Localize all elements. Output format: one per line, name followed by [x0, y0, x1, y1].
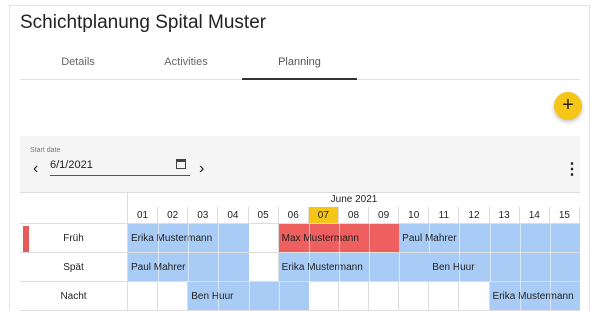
shift-cell[interactable] — [459, 282, 490, 311]
day-divider — [218, 224, 220, 253]
shift-grid: June 2021 01 02 03 04 05 06 07 08 09 10 11 12 13 14 15… — [20, 192, 580, 311]
tab-details[interactable]: Details — [20, 44, 136, 80]
day-divider — [429, 224, 431, 253]
month-header: June 2021 — [128, 192, 580, 206]
shift-assignment[interactable]: Ben Huur — [429, 253, 580, 282]
day-divider — [218, 253, 220, 282]
day-divider — [459, 224, 461, 253]
day-header: 04 — [218, 207, 249, 224]
shift-cell[interactable] — [429, 282, 460, 311]
day-header: 08 — [338, 207, 370, 224]
shift-cell[interactable] — [128, 282, 159, 311]
day-divider — [338, 253, 340, 282]
more-options-icon[interactable]: ⋮ — [564, 162, 580, 178]
day-divider — [369, 253, 371, 282]
next-period-button[interactable]: › — [199, 160, 204, 178]
shift-row-label: Nacht — [20, 282, 128, 311]
tab-bar: Details Activities Planning — [20, 44, 580, 80]
day-divider — [489, 224, 491, 253]
day-divider — [489, 253, 491, 282]
day-divider — [278, 282, 280, 311]
day-divider — [519, 253, 521, 282]
add-button[interactable]: + — [554, 92, 582, 120]
shift-assignment[interactable]: Erika Mustermann — [278, 253, 430, 282]
page-title: Schichtplanung Spital Muster — [20, 12, 267, 33]
day-header: 02 — [158, 207, 189, 224]
day-divider — [338, 224, 340, 253]
day-header: 15 — [549, 207, 580, 224]
day-header: 13 — [489, 207, 520, 224]
day-divider — [248, 282, 250, 311]
day-header: 09 — [369, 207, 400, 224]
row-status-marker — [23, 226, 29, 252]
previous-period-button[interactable]: ‹ — [33, 160, 38, 178]
day-header: 10 — [399, 207, 430, 224]
day-divider — [158, 253, 160, 282]
day-divider — [308, 253, 310, 282]
day-header: 06 — [278, 207, 309, 224]
day-divider — [519, 224, 521, 253]
tab-planning[interactable]: Planning — [242, 44, 357, 80]
shift-cell[interactable] — [248, 253, 279, 282]
day-header: 01 — [128, 207, 159, 224]
day-header-today: 07 — [308, 207, 339, 224]
day-divider — [549, 253, 551, 282]
shift-row-label: Früh — [20, 224, 128, 253]
day-header: 05 — [248, 207, 279, 224]
start-date-input[interactable]: 6/1/2021 — [50, 158, 190, 176]
shift-assignment[interactable]: Erika Mustermann — [489, 282, 580, 311]
day-divider — [188, 253, 190, 282]
shift-cell[interactable] — [248, 224, 279, 253]
day-divider — [549, 224, 551, 253]
day-divider — [218, 282, 220, 311]
day-header: 03 — [188, 207, 219, 224]
plus-icon: + — [562, 94, 574, 116]
day-header: 12 — [459, 207, 490, 224]
shift-row-label: Spät — [20, 253, 128, 282]
day-divider — [158, 224, 160, 253]
shift-cell[interactable] — [338, 282, 370, 311]
shift-cell[interactable] — [369, 282, 400, 311]
day-divider — [308, 224, 310, 253]
calendar-icon[interactable] — [176, 159, 186, 169]
tab-activities[interactable]: Activities — [128, 44, 244, 80]
day-header: 11 — [429, 207, 460, 224]
grid-corner — [20, 192, 128, 224]
day-divider — [399, 253, 401, 282]
day-divider — [519, 282, 521, 311]
shift-cell[interactable] — [308, 282, 339, 311]
day-divider — [369, 224, 371, 253]
day-divider — [188, 224, 190, 253]
day-divider — [459, 253, 461, 282]
day-header: 14 — [519, 207, 550, 224]
shift-cell[interactable] — [399, 282, 430, 311]
day-divider — [549, 282, 551, 311]
start-date-label: Start date — [30, 147, 61, 154]
start-date-value: 6/1/2021 — [50, 159, 93, 171]
shift-cell[interactable] — [158, 282, 189, 311]
